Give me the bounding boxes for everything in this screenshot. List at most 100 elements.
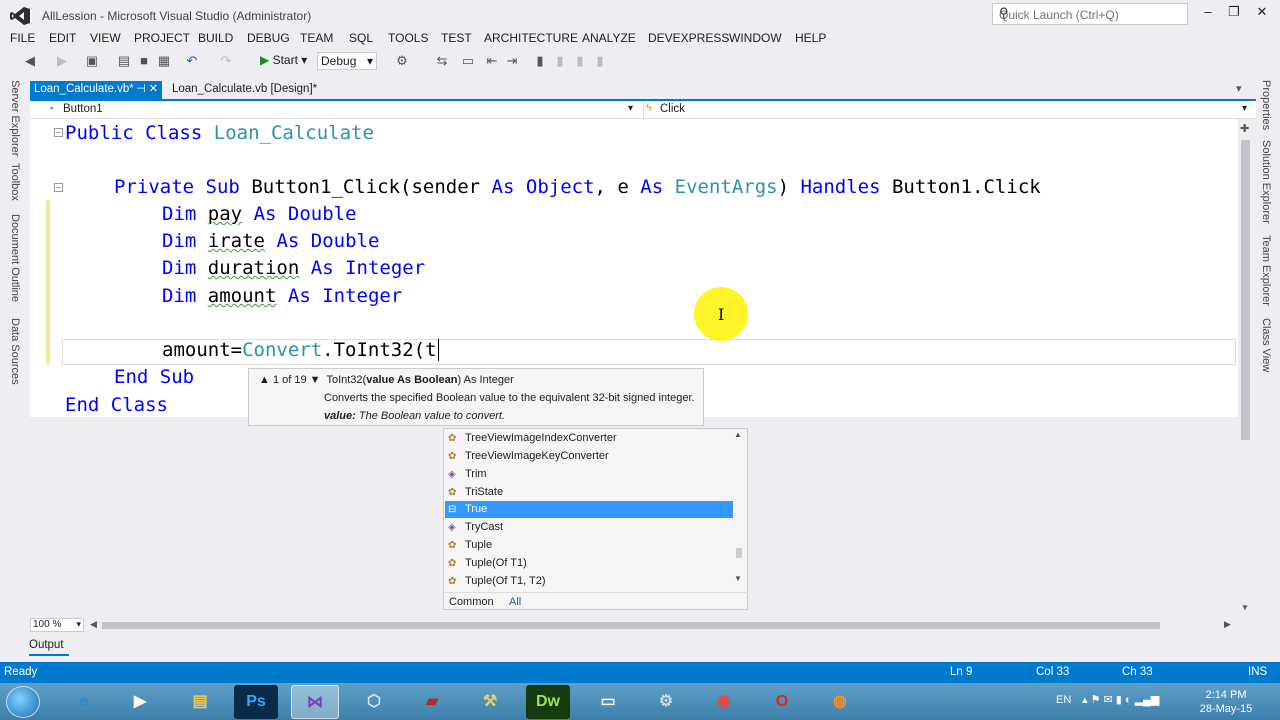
properties-tab[interactable]: Properties: [1260, 80, 1272, 130]
maximize-button[interactable]: ❐: [1222, 4, 1246, 24]
attach-icon[interactable]: ⚙: [394, 53, 410, 69]
back-icon[interactable]: ◀: [22, 53, 38, 69]
output-tab[interactable]: Output: [29, 639, 64, 651]
clock[interactable]: 2:14 PM 28-May-15: [1196, 688, 1256, 716]
overload-counter[interactable]: ▲ 1 of 19 ▼: [259, 374, 321, 386]
tools-icon[interactable]: ⚒: [466, 685, 514, 719]
file-explorer-icon[interactable]: ▤: [176, 685, 224, 719]
clear-bookmarks-icon[interactable]: ▮: [592, 53, 608, 69]
tab-loan-calculate-code[interactable]: Loan_Calculate.vb* ⊣ ✕: [30, 81, 162, 99]
menu-file[interactable]: FILE: [10, 31, 35, 45]
forward-icon[interactable]: ▶: [54, 53, 70, 69]
status-insert-mode: INS: [1248, 666, 1268, 678]
start-debugging-button[interactable]: ▶ Start ▾: [260, 53, 307, 67]
opera-icon[interactable]: O: [758, 685, 806, 719]
event-dropdown[interactable]: ϟ Click ▾: [643, 101, 1256, 119]
list-item[interactable]: ✿ TreeViewImageKeyConverter: [445, 448, 733, 465]
scroll-down-icon[interactable]: ▼: [1241, 603, 1249, 612]
new-project-icon[interactable]: ▣: [84, 53, 100, 69]
list-item[interactable]: ✿ Tuple: [445, 537, 733, 554]
menu-project[interactable]: PROJECT: [134, 31, 190, 45]
minimize-button[interactable]: –: [1196, 4, 1220, 24]
list-item-selected[interactable]: ⊟ True: [445, 501, 733, 518]
split-icon[interactable]: ✚: [1240, 122, 1249, 135]
zoom-dropdown[interactable]: 100 % ▾: [30, 618, 84, 632]
open-file-icon[interactable]: ▤: [116, 53, 132, 69]
close-button[interactable]: ✕: [1250, 4, 1274, 24]
menu-debug[interactable]: DEBUG: [247, 31, 290, 45]
solution-configuration-dropdown[interactable]: Debug ▾: [317, 52, 377, 70]
menu-window[interactable]: WINDOW: [729, 31, 782, 45]
document-outline-tab[interactable]: Document Outline: [9, 214, 21, 302]
uncomment-icon[interactable]: ⇥: [504, 53, 520, 69]
completion-scrollbar[interactable]: ▲ ▼: [732, 430, 746, 586]
menu-devexpress[interactable]: DEVEXPRESS: [648, 31, 729, 45]
class-view-tab[interactable]: Class View: [1260, 318, 1272, 372]
menu-sql[interactable]: SQL: [349, 31, 373, 45]
undo-icon[interactable]: ↶: [184, 53, 200, 69]
menu-view[interactable]: VIEW: [90, 31, 121, 45]
chevron-down-icon: ▾: [76, 619, 81, 629]
prev-bookmark-icon[interactable]: ▮: [552, 53, 568, 69]
tab-loan-calculate-design[interactable]: Loan_Calculate.vb [Design]*: [170, 81, 319, 99]
comment-icon[interactable]: ⇤: [484, 53, 500, 69]
book-icon[interactable]: ▰: [408, 685, 456, 719]
scroll-right-icon[interactable]: ▶: [1224, 619, 1231, 630]
bookmark-nav-icon[interactable]: ▭: [460, 53, 476, 69]
menu-analyze[interactable]: ANALYZE: [582, 31, 636, 45]
class-icon: ✿: [448, 433, 457, 444]
photoshop-icon[interactable]: Ps: [234, 685, 278, 719]
navigate-icon[interactable]: ⇆: [434, 53, 450, 69]
control-icon: ▪: [50, 103, 54, 113]
collapse-class-icon[interactable]: −: [54, 128, 63, 137]
dreamweaver-icon[interactable]: Dw: [526, 685, 570, 719]
save-all-icon[interactable]: ▦: [156, 53, 172, 69]
package-icon[interactable]: ⬡: [350, 685, 398, 719]
tab-all[interactable]: All: [509, 596, 521, 608]
server-explorer-tab[interactable]: Server Explorer: [9, 80, 21, 156]
windows-start-icon[interactable]: [6, 686, 40, 718]
visual-studio-icon[interactable]: ⋈: [291, 685, 339, 719]
quick-launch-input[interactable]: Quick Launch (Ctrl+Q) ⚲: [992, 3, 1188, 25]
intellisense-list[interactable]: ✿ TreeViewImageIndexConverter ✿ TreeViewIm…: [443, 428, 748, 610]
object-dropdown[interactable]: Button1 ▪ ▾: [30, 101, 640, 119]
tab-common[interactable]: Common: [449, 596, 494, 608]
toolbox-tab[interactable]: Toolbox: [9, 163, 21, 201]
list-item[interactable]: ◈ Trim: [445, 466, 733, 483]
class-icon: ✿: [448, 451, 457, 462]
menu-edit[interactable]: EDIT: [49, 31, 76, 45]
scroll-left-icon[interactable]: ◀: [90, 619, 97, 630]
team-explorer-tab[interactable]: Team Explorer: [1260, 235, 1272, 306]
menu-tools[interactable]: TOOLS: [388, 31, 428, 45]
menu-team[interactable]: TEAM: [300, 31, 333, 45]
list-item[interactable]: ✿ Tuple(Of T1): [445, 555, 733, 572]
media-player-icon[interactable]: ▶: [116, 685, 164, 719]
list-item[interactable]: ✿ TreeViewImageIndexConverter: [445, 430, 733, 447]
solution-explorer-tab[interactable]: Solution Explorer: [1260, 140, 1272, 224]
vertical-scroll-thumb[interactable]: [1241, 140, 1250, 440]
internet-explorer-icon[interactable]: e: [60, 685, 108, 719]
next-bookmark-icon[interactable]: ▮: [572, 53, 588, 69]
menu-architecture[interactable]: ARCHITECTURE: [484, 31, 578, 45]
list-item[interactable]: ✿ Tuple(Of T1, T2): [445, 573, 733, 590]
firefox-icon[interactable]: ◍: [816, 685, 864, 719]
menu-help[interactable]: HELP: [795, 31, 826, 45]
menu-test[interactable]: TEST: [441, 31, 472, 45]
window-icon[interactable]: ▭: [584, 685, 632, 719]
tray-icons[interactable]: ▴ ⚑ ✉ ▮ ◐ ▂▄▆: [1082, 693, 1159, 706]
save-icon[interactable]: ■: [136, 53, 152, 69]
list-item[interactable]: ✿ TriState: [445, 484, 733, 501]
menu-build[interactable]: BUILD: [198, 31, 233, 45]
redo-icon[interactable]: ↷: [218, 53, 234, 69]
data-sources-tab[interactable]: Data Sources: [9, 318, 21, 385]
list-item[interactable]: ◈ TryCast: [445, 519, 733, 536]
language-indicator[interactable]: EN: [1056, 694, 1071, 706]
class-icon: ✿: [448, 558, 457, 569]
collapse-sub-icon[interactable]: −: [54, 183, 63, 192]
tab-overflow-icon[interactable]: ▾: [1236, 82, 1242, 95]
pin-icon[interactable]: ⊣ ✕: [136, 82, 158, 95]
horizontal-scroll-thumb[interactable]: [102, 622, 1160, 629]
network-icon[interactable]: ⚙: [642, 685, 690, 719]
chrome-icon[interactable]: ◉: [700, 685, 748, 719]
bookmark-icon[interactable]: ▮: [532, 53, 548, 69]
